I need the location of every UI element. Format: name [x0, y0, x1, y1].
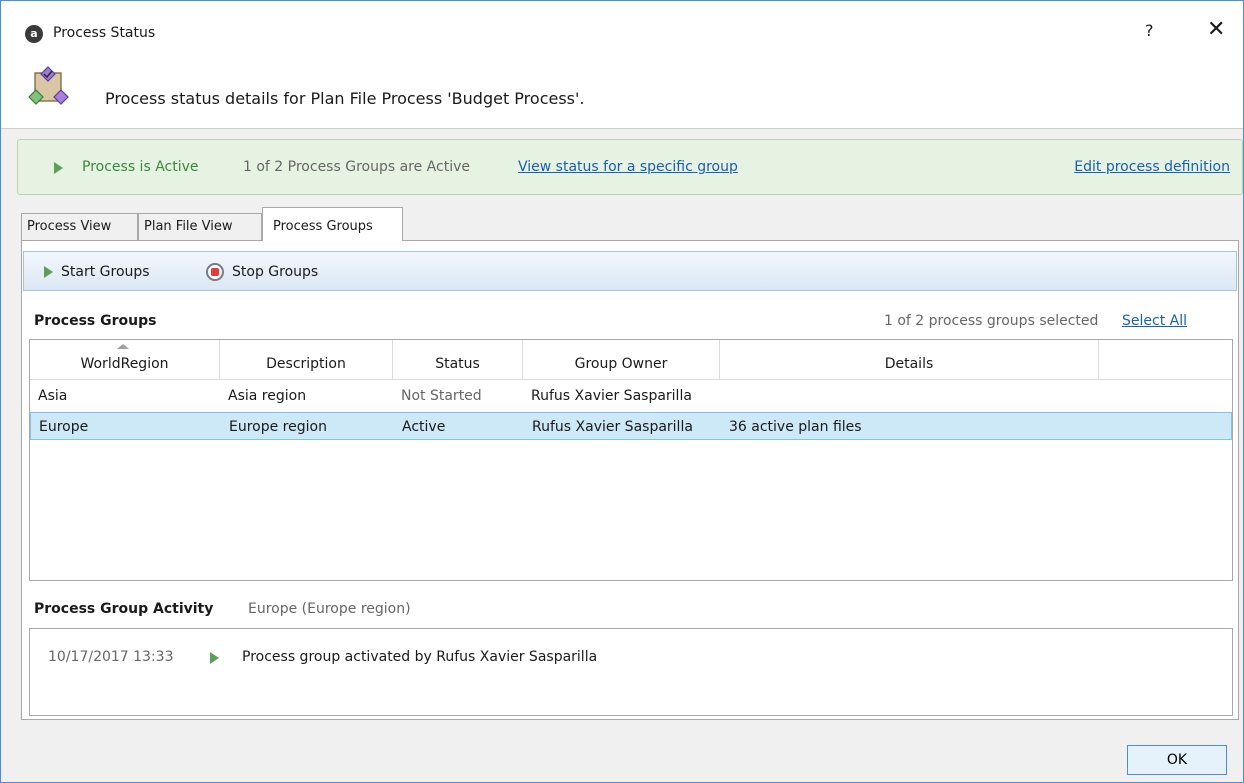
column-header-status[interactable]: Status [393, 340, 523, 380]
column-header-description[interactable]: Description [220, 340, 393, 380]
process-diagram-icon [28, 66, 69, 105]
cell-status: Not Started [401, 388, 482, 404]
select-all-link[interactable]: Select All [1122, 313, 1187, 329]
activity-heading: Process Group Activity [34, 601, 214, 617]
active-groups-summary: 1 of 2 Process Groups are Active [243, 159, 470, 175]
groups-toolbar: Start Groups Stop Groups [23, 251, 1237, 291]
play-icon [210, 652, 219, 664]
table-row[interactable]: Asia Asia region Not Started Rufus Xavie… [30, 382, 1232, 410]
tab-process-groups[interactable]: Process Groups [262, 207, 403, 241]
start-groups-button[interactable]: Start Groups [44, 252, 150, 292]
start-groups-label: Start Groups [61, 264, 150, 280]
cell-description: Asia region [228, 388, 307, 404]
process-status-dialog: a Process Status ? ✕ Process status deta… [0, 0, 1244, 783]
stop-groups-button[interactable]: Stop Groups [206, 252, 318, 292]
cell-region: Asia [38, 388, 68, 404]
cell-owner: Rufus Xavier Sasparilla [532, 419, 693, 435]
activity-timestamp: 10/17/2017 13:33 [48, 649, 174, 665]
play-icon [54, 162, 63, 174]
cell-details: 36 active plan files [729, 419, 862, 435]
tab-process-view[interactable]: Process View [21, 213, 138, 241]
process-groups-grid: WorldRegion Description Status Group Own… [29, 339, 1233, 581]
cell-owner: Rufus Xavier Sasparilla [531, 388, 692, 404]
sort-ascending-icon [117, 344, 129, 349]
cell-description: Europe region [229, 419, 327, 435]
activity-selected-group: Europe (Europe region) [248, 601, 411, 617]
activity-message: Process group activated by Rufus Xavier … [242, 649, 598, 665]
column-header-group-owner[interactable]: Group Owner [523, 340, 720, 380]
activity-log: 10/17/2017 13:33 Process group activated… [29, 628, 1233, 716]
cell-region: Europe [39, 419, 89, 435]
process-status-banner: Process is Active 1 of 2 Process Groups … [17, 139, 1243, 195]
ok-button[interactable]: OK [1127, 745, 1227, 775]
stop-groups-label: Stop Groups [232, 264, 319, 280]
column-header-details[interactable]: Details [720, 340, 1099, 380]
column-header-worldregion[interactable]: WorldRegion [30, 340, 220, 380]
tab-plan-file-view[interactable]: Plan File View [138, 213, 262, 241]
table-row[interactable]: Europe Europe region Active Rufus Xavier… [30, 412, 1232, 440]
close-button[interactable]: ✕ [1207, 19, 1225, 41]
cell-status: Active [402, 419, 446, 435]
help-button[interactable]: ? [1145, 21, 1154, 40]
title-bar: a Process Status ? ✕ [1, 1, 1243, 65]
play-icon [44, 266, 53, 278]
window-title: Process Status [53, 25, 156, 41]
process-groups-heading: Process Groups [34, 313, 157, 329]
header-description: Process status details for Plan File Pro… [105, 89, 585, 108]
edit-process-definition-link[interactable]: Edit process definition [1074, 159, 1230, 175]
dialog-header: Process status details for Plan File Pro… [1, 65, 1243, 129]
grid-header: WorldRegion Description Status Group Own… [30, 340, 1232, 380]
view-group-status-link[interactable]: View status for a specific group [518, 159, 738, 175]
app-logo-icon: a [25, 25, 43, 43]
stop-icon [206, 263, 224, 281]
process-groups-panel: Start Groups Stop Groups Process Groups … [21, 240, 1239, 720]
selection-count: 1 of 2 process groups selected [884, 313, 1099, 329]
process-state-label: Process is Active [82, 159, 199, 175]
